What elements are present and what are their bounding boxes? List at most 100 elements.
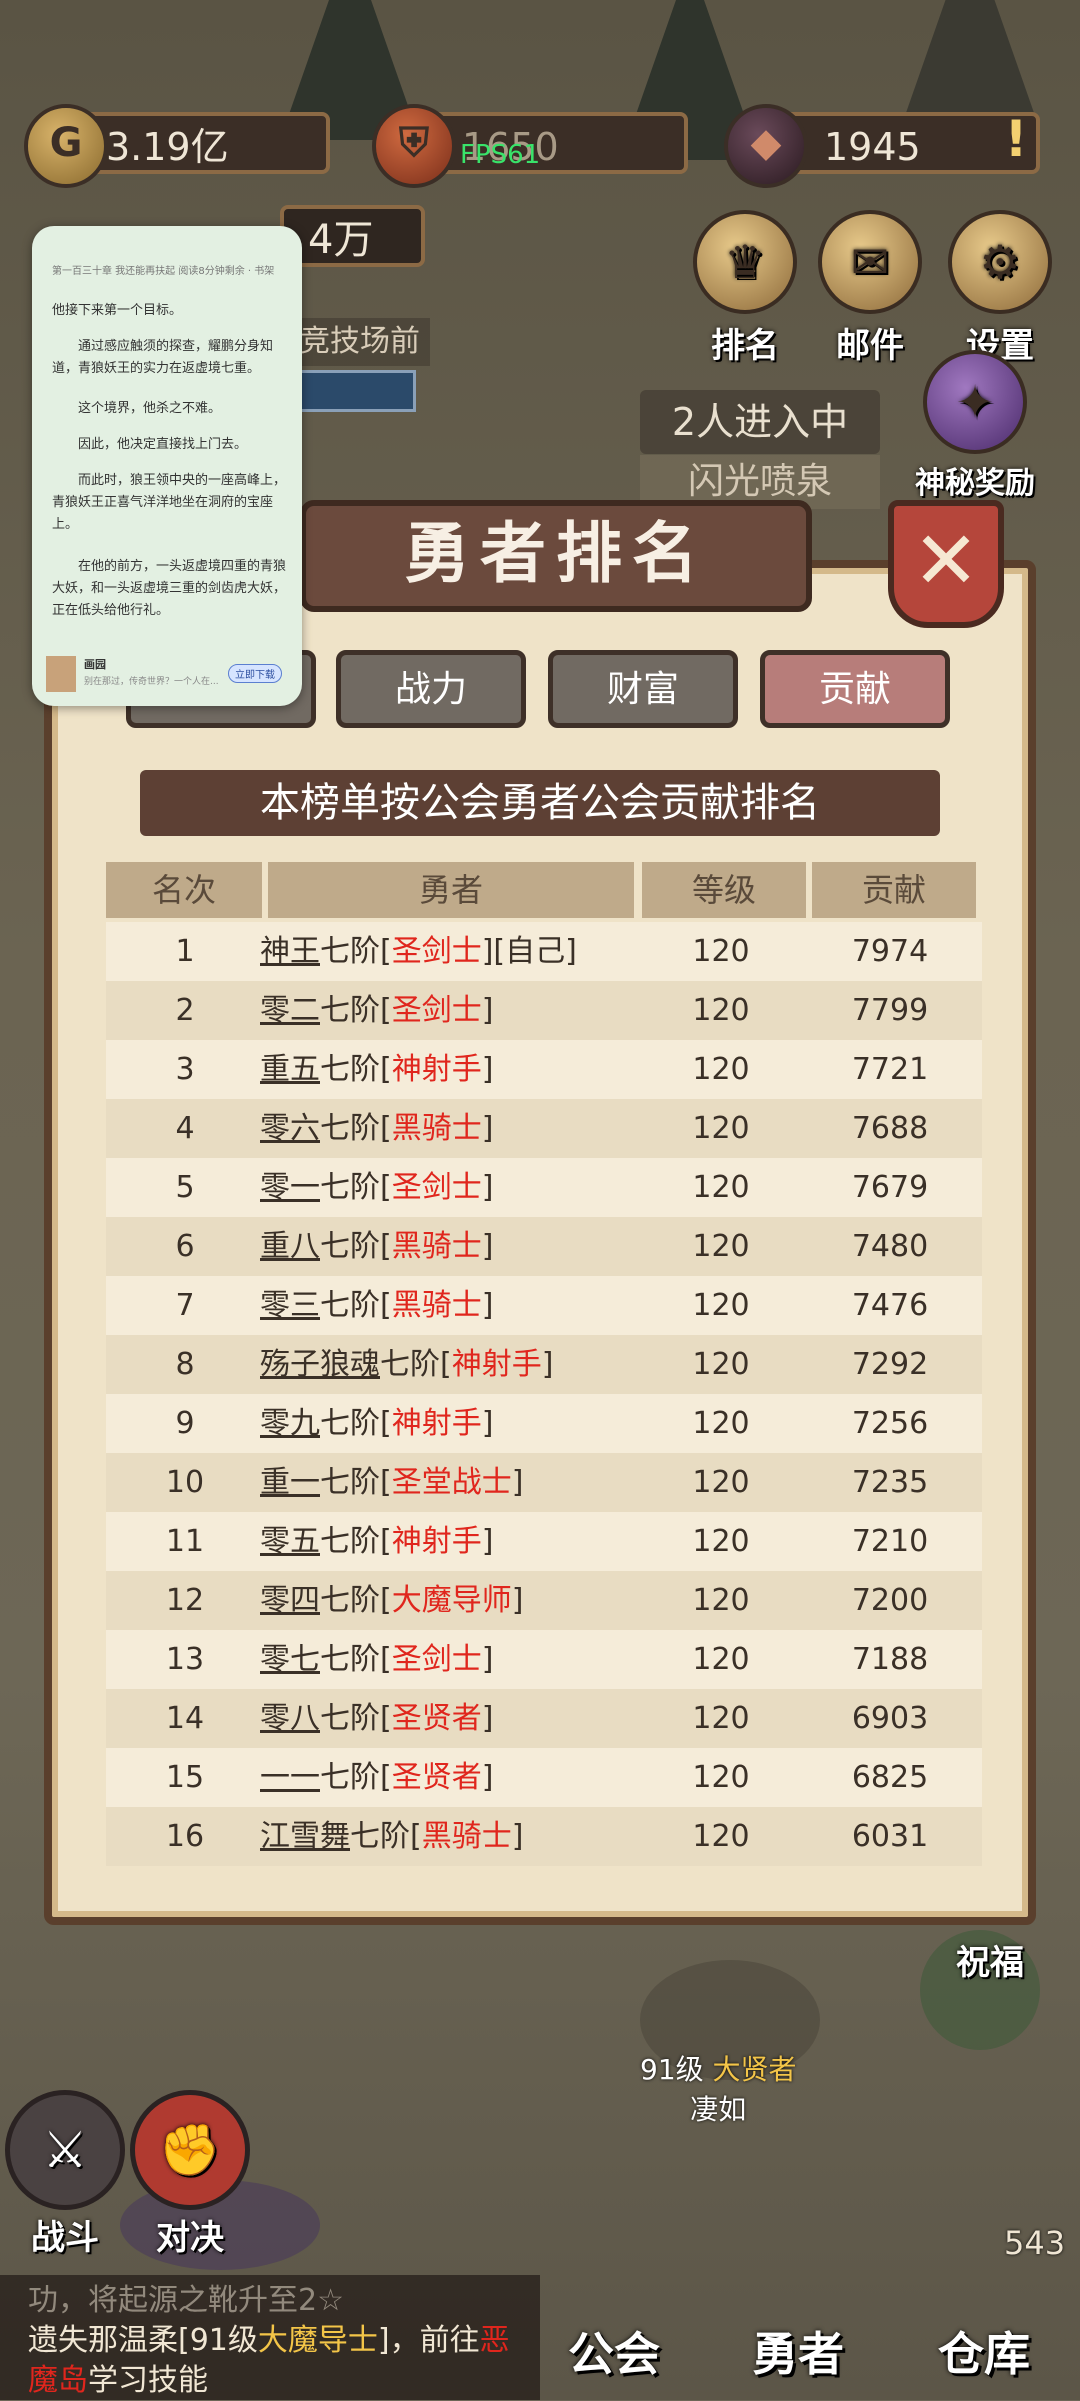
contribution-cell: 6903 xyxy=(851,1701,929,1736)
table-row[interactable]: 2 零二七阶[圣剑士] 120 7799 xyxy=(106,981,982,1040)
rank-cell: 15 xyxy=(165,1760,205,1795)
hero-name-link[interactable]: 零三 xyxy=(260,1288,320,1323)
level-cell: 120 xyxy=(692,1819,750,1854)
chat-feed[interactable]: 功，将起源之靴升至2☆ 遗失那温柔[91级大魔导士]，前往恶 魔岛学习技能 xyxy=(0,2275,540,2400)
gem-counter[interactable]: ◆ 1945 ! xyxy=(724,104,1040,188)
table-row[interactable]: 8 殇子狼魂七阶[神射手] 120 7292 xyxy=(106,1335,982,1394)
mail-button[interactable]: ✉ 邮件 xyxy=(815,210,925,367)
gem-icon: ◆ xyxy=(724,104,808,188)
table-row[interactable]: 11 零五七阶[神射手] 120 7210 xyxy=(106,1512,982,1571)
partial-value: 4万 xyxy=(308,217,374,263)
hero-name-link[interactable]: 零八 xyxy=(260,1701,320,1736)
hero-name-link[interactable]: 重五 xyxy=(260,1052,320,1087)
ranking-subtitle: 本榜单按公会勇者公会贡献排名 xyxy=(140,770,940,836)
table-row[interactable]: 14 零八七阶[圣贤者] 120 6903 xyxy=(106,1689,982,1748)
hero-tail: ] xyxy=(481,1642,494,1677)
duel-button[interactable]: ✊ 对决 xyxy=(125,2090,255,2259)
guild-button[interactable]: 公会 xyxy=(568,2318,660,2384)
table-row[interactable]: 12 零四七阶[大魔导师] 120 7200 xyxy=(106,1571,982,1630)
level-cell: 120 xyxy=(692,1052,750,1087)
table-row[interactable]: 13 零七七阶[圣剑士] 120 7188 xyxy=(106,1630,982,1689)
mystery-reward-button[interactable]: ✦ 神秘奖励 xyxy=(890,350,1060,502)
hero-stage: 七阶[ xyxy=(320,993,392,1028)
hero-name-link[interactable]: 一一 xyxy=(260,1760,320,1795)
contribution-cell: 7799 xyxy=(851,993,929,1028)
tab-contribution[interactable]: 贡献 xyxy=(760,650,950,728)
gear-icon: ⚙ xyxy=(948,210,1052,314)
tab-power[interactable]: 战力 xyxy=(336,650,526,728)
table-row[interactable]: 10 重一七阶[圣堂战士] 120 7235 xyxy=(106,1453,982,1512)
mystery-chest-icon: ✦ xyxy=(923,350,1027,454)
hero-tail: ] xyxy=(511,1465,524,1500)
level-cell: 120 xyxy=(692,1642,750,1677)
level-cell: 120 xyxy=(692,1760,750,1795)
hero-name-link[interactable]: 零七 xyxy=(260,1642,320,1677)
table-row[interactable]: 5 零一七阶[圣剑士] 120 7679 xyxy=(106,1158,982,1217)
hero-cell: 零三七阶[黑骑士] xyxy=(260,1276,620,1335)
alert-icon[interactable]: ! xyxy=(986,108,1046,178)
level-cell: 120 xyxy=(692,1406,750,1441)
settings-button[interactable]: ⚙ 设置 xyxy=(945,210,1055,367)
entering-status: 2人进入中 xyxy=(640,390,880,454)
hero-name-link[interactable]: 江雪舞 xyxy=(260,1819,350,1854)
hero-stage: 七阶[ xyxy=(380,1347,452,1382)
level-cell: 120 xyxy=(692,1111,750,1146)
hero-stage: 七阶[ xyxy=(320,1170,392,1205)
gem-value: 1945 xyxy=(824,125,921,169)
tab-wealth[interactable]: 财富 xyxy=(548,650,738,728)
hero-button[interactable]: 勇者 xyxy=(752,2318,844,2384)
hero-name-link[interactable]: 殇子狼魂 xyxy=(260,1347,380,1382)
hero-tail: ] xyxy=(481,1111,494,1146)
hero-name-link[interactable]: 零五 xyxy=(260,1524,320,1559)
popup-paragraph: 因此，他决定直接找上门去。 xyxy=(78,437,248,452)
close-button[interactable]: ✕ xyxy=(888,500,1004,628)
reader-popup-ad[interactable]: 第一百三十章 我还能再扶起 阅读8分钟剩余 · 书架 他接下来第一个目标。 通过… xyxy=(32,226,302,706)
table-row[interactable]: 1 神王七阶[圣剑士][自己] 120 7974 xyxy=(106,922,982,981)
gold-counter[interactable]: G 3.19亿 xyxy=(24,104,330,188)
fight-button[interactable]: ⚔ 战斗 xyxy=(0,2090,130,2259)
bless-button[interactable]: 祝福 xyxy=(940,1935,1040,1984)
table-row[interactable]: 9 零九七阶[神射手] 120 7256 xyxy=(106,1394,982,1453)
hero-class: 神射手 xyxy=(391,1052,482,1087)
contribution-cell: 6031 xyxy=(851,1819,929,1854)
hero-nameplate[interactable]: 91级 大贤者 凄如 xyxy=(640,2048,797,2128)
table-row[interactable]: 16 江雪舞七阶[黑骑士] 120 6031 xyxy=(106,1807,982,1866)
fist-icon: ✊ xyxy=(130,2090,250,2210)
popup-paragraph: 通过感应触须的探查，耀鹏分身知道，青狼妖王的实力在返虚境七重。 xyxy=(52,339,274,376)
hero-name-link[interactable]: 零一 xyxy=(260,1170,320,1205)
hero-class: 黑骑士 xyxy=(391,1111,482,1146)
fight-label: 战斗 xyxy=(31,2218,99,2258)
rank-cell: 6 xyxy=(175,1229,195,1264)
hero-class: 圣贤者 xyxy=(391,1701,482,1736)
hero-name-link[interactable]: 零四 xyxy=(260,1583,320,1618)
hero-name-link[interactable]: 神王 xyxy=(260,934,320,969)
chat-line: 功，将起源之靴升至2☆ xyxy=(28,2283,344,2318)
rank-button[interactable]: ♛ 排名 xyxy=(690,210,800,367)
hero-cell: 江雪舞七阶[黑骑士] xyxy=(260,1807,620,1866)
hero-tail: ] xyxy=(511,1583,524,1618)
popup-paragraph: 这个境界，他杀之不难。 xyxy=(78,401,222,416)
popup-ad-footer[interactable]: 画园 别在那过，传奇世界？一个人在... 立即下载 xyxy=(46,656,292,696)
table-row[interactable]: 3 重五七阶[神射手] 120 7721 xyxy=(106,1040,982,1099)
hero-class: 圣剑士 xyxy=(391,1170,482,1205)
table-row[interactable]: 6 重八七阶[黑骑士] 120 7480 xyxy=(106,1217,982,1276)
mail-icon: ✉ xyxy=(818,210,922,314)
hero-name-link[interactable]: 零二 xyxy=(260,993,320,1028)
hero-name-link[interactable]: 重八 xyxy=(260,1229,320,1264)
arena-label[interactable]: 竞技场前 xyxy=(290,318,430,366)
hero-cell: 重五七阶[神射手] xyxy=(260,1040,620,1099)
download-button[interactable]: 立即下载 xyxy=(228,664,282,683)
table-row[interactable]: 15 一一七阶[圣贤者] 120 6825 xyxy=(106,1748,982,1807)
hero-cell: 神王七阶[圣剑士][自己] xyxy=(260,922,620,981)
hero-cell: 零二七阶[圣剑士] xyxy=(260,981,620,1040)
level-cell: 120 xyxy=(692,993,750,1028)
table-row[interactable]: 7 零三七阶[黑骑士] 120 7476 xyxy=(106,1276,982,1335)
storage-button[interactable]: 仓库 xyxy=(938,2318,1030,2384)
level-cell: 120 xyxy=(692,1288,750,1323)
hero-name-link[interactable]: 零九 xyxy=(260,1406,320,1441)
hero-name-link[interactable]: 重一 xyxy=(260,1465,320,1500)
hero-class: 黑骑士 xyxy=(421,1819,512,1854)
table-row[interactable]: 4 零六七阶[黑骑士] 120 7688 xyxy=(106,1099,982,1158)
hero-class: 神射手 xyxy=(391,1524,482,1559)
hero-name-link[interactable]: 零六 xyxy=(260,1111,320,1146)
